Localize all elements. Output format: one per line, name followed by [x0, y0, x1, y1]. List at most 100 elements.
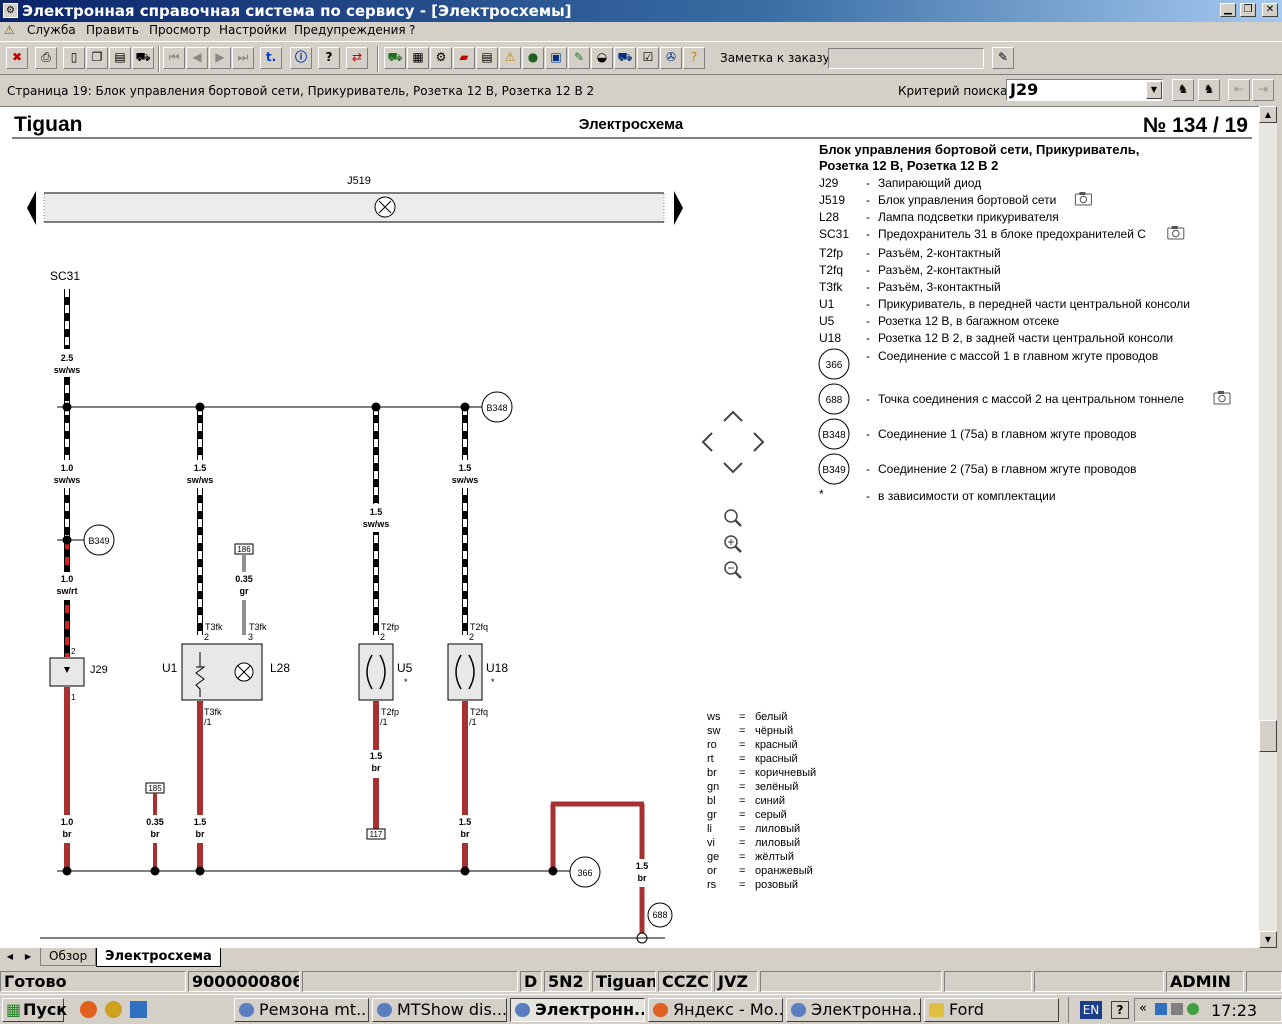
app-icon[interactable]: ⚙ — [3, 3, 18, 18]
ref-185-label: 185 — [148, 784, 162, 793]
tray-network-icon[interactable] — [1155, 1003, 1167, 1015]
pan-left-icon[interactable] — [701, 432, 713, 452]
j519-module[interactable] — [43, 192, 665, 223]
firefox-icon[interactable] — [80, 1001, 97, 1018]
language-indicator[interactable]: EN — [1080, 1001, 1102, 1019]
next-page-icon[interactable]: ▶ — [209, 47, 231, 69]
search-find-icon[interactable]: ♞ — [1172, 79, 1194, 101]
zoom-out-icon[interactable] — [724, 561, 742, 579]
diagram-number: № 134 / 19 — [1143, 114, 1248, 137]
search-dropdown-chevron-down-icon[interactable]: ▼ — [1146, 81, 1162, 99]
car-icon[interactable]: ⛟ — [132, 47, 154, 69]
print-icon[interactable]: ⎙ — [35, 47, 57, 69]
new-document-icon[interactable]: ▯ — [63, 47, 85, 69]
copy-icon[interactable]: ❐ — [86, 47, 108, 69]
warning-tool-icon[interactable]: ⚠ — [499, 47, 521, 69]
document-icon[interactable]: ▤ — [476, 47, 498, 69]
order-note-edit-icon[interactable]: ✎ — [992, 47, 1014, 69]
help-tray-icon[interactable]: ? — [1111, 1001, 1129, 1019]
color-code: rt — [707, 753, 714, 765]
prev-page-icon[interactable]: ◀ — [186, 47, 208, 69]
component-u5[interactable] — [358, 643, 394, 701]
search-prev-icon[interactable]: ⇤ — [1228, 79, 1250, 101]
search-next-icon[interactable]: ⇥ — [1252, 79, 1274, 101]
book-icon[interactable]: ▰ — [453, 47, 475, 69]
junction-dot — [62, 402, 72, 412]
task-yandex[interactable]: Яндекс - Мо... — [648, 998, 783, 1022]
task-electronic-active[interactable]: Электронн... — [510, 998, 645, 1022]
zoom-fit-icon[interactable] — [724, 509, 742, 527]
start-button[interactable]: ▦ Пуск — [2, 998, 67, 1022]
menu-edit[interactable]: Править — [86, 23, 139, 37]
scroll-thumb[interactable] — [1259, 720, 1277, 752]
title-bar[interactable]: ⚙ Электронная справочная система по серв… — [0, 0, 1282, 22]
tab-scroll-right-icon[interactable]: ▶ — [20, 950, 36, 964]
scroll-up-icon[interactable]: ▲ — [1259, 106, 1277, 123]
diagram-view[interactable]: Tiguan Электросхема № 134 / 19 J519 SC31… — [0, 106, 1259, 948]
camera-icon[interactable] — [1074, 191, 1092, 206]
checklist-icon[interactable]: ☑ — [637, 47, 659, 69]
color-equals: = — [739, 795, 745, 807]
pan-right-icon[interactable] — [753, 432, 765, 452]
menu-settings[interactable]: Настройки — [219, 23, 287, 37]
menu-service[interactable]: Служба — [27, 23, 76, 37]
task-electronic-2[interactable]: Электронна... — [786, 998, 921, 1022]
camera-icon[interactable] — [1213, 390, 1231, 405]
status-blank — [1246, 971, 1282, 992]
search-find-next-icon[interactable]: ♞ — [1198, 79, 1220, 101]
maximize-button[interactable]: ❐ — [1240, 3, 1256, 17]
menu-help[interactable]: ? — [409, 23, 415, 37]
diagram-heading: Электросхема — [579, 116, 684, 133]
tray-volume-icon[interactable] — [1171, 1003, 1183, 1015]
engine-icon[interactable]: ⚙ — [430, 47, 452, 69]
scroll-down-icon[interactable]: ▼ — [1259, 931, 1277, 948]
label-u1: U1 — [162, 661, 178, 675]
camera-icon[interactable] — [1167, 225, 1185, 240]
legend-description: Точка соединения с массой 2 на центральн… — [878, 392, 1184, 406]
info-icon[interactable]: ⓘ — [290, 47, 312, 69]
vertical-scrollbar[interactable]: ▲ ▼ — [1259, 106, 1277, 948]
help-icon[interactable]: ? — [318, 47, 340, 69]
car-side-icon[interactable]: ◒ — [591, 47, 613, 69]
tab-diagram[interactable]: Электросхема — [96, 948, 221, 967]
legend: Блок управления бортовой сети, Прикурива… — [818, 142, 1231, 503]
task-remzona[interactable]: Ремзона mt... — [234, 998, 369, 1022]
pan-down-icon[interactable] — [723, 462, 743, 474]
tab-overview[interactable]: Обзор — [40, 948, 97, 966]
status-user: ADMIN — [1166, 971, 1244, 992]
search-input[interactable]: J29 — [1006, 79, 1163, 101]
menu-warnings[interactable]: Предупреждения — [294, 23, 406, 37]
tray-expand-icon[interactable]: « — [1139, 1001, 1147, 1016]
tools-icon[interactable]: ✇ — [660, 47, 682, 69]
edit-icon[interactable]: ✎ — [568, 47, 590, 69]
last-page-icon[interactable]: ⏭ — [232, 47, 254, 69]
junction-dot — [195, 866, 205, 876]
note-help-icon[interactable]: ? — [683, 47, 705, 69]
first-page-icon[interactable]: ⏮ — [163, 47, 185, 69]
minimize-button[interactable]: ▁ — [1220, 3, 1236, 17]
task-mtshow[interactable]: MTShow dis... — [372, 998, 507, 1022]
globe-icon[interactable]: ● — [522, 47, 544, 69]
vehicle-icon[interactable]: ⛟ — [384, 47, 406, 69]
menu-view[interactable]: Просмотр — [149, 23, 211, 37]
clipboard-icon[interactable]: ▤ — [109, 47, 131, 69]
jump-icon[interactable]: t. — [260, 47, 282, 69]
task-ford[interactable]: Ford — [924, 998, 1059, 1022]
chrome-icon[interactable] — [105, 1001, 122, 1018]
save-icon[interactable]: ▣ — [545, 47, 567, 69]
exit-icon[interactable]: ✖ — [6, 47, 28, 69]
zoom-in-icon[interactable] — [724, 535, 742, 553]
legend-dash: - — [866, 297, 870, 311]
desktop-icon[interactable] — [130, 1001, 147, 1018]
vehicle-search-icon[interactable]: ⛟ — [614, 47, 636, 69]
tray-security-icon[interactable] — [1187, 1003, 1199, 1015]
color-equals: = — [739, 809, 745, 821]
close-button[interactable]: ✕ — [1262, 3, 1278, 17]
component-u18[interactable] — [447, 643, 483, 701]
switch-icon[interactable]: ⇄ — [346, 47, 368, 69]
pan-up-icon[interactable] — [723, 410, 743, 422]
order-note-input[interactable] — [828, 48, 984, 69]
tab-scroll-left-icon[interactable]: ◀ — [2, 950, 18, 964]
calculator-icon[interactable]: ▦ — [407, 47, 429, 69]
color-equals: = — [739, 739, 745, 751]
